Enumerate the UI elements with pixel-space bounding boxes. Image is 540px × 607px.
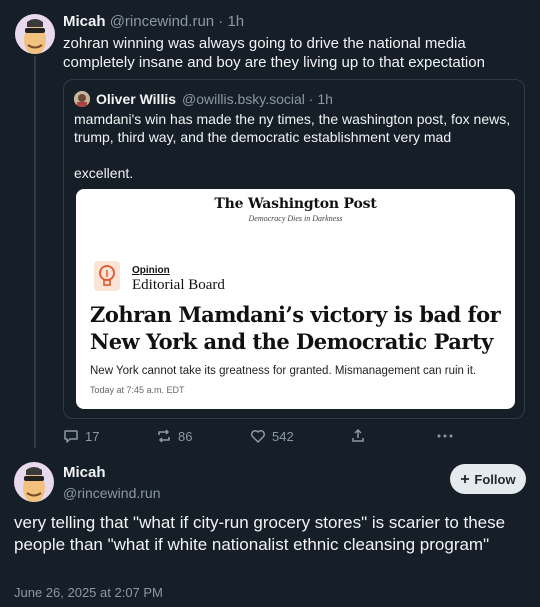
avatar[interactable] xyxy=(14,462,54,502)
plus-icon xyxy=(460,472,470,487)
share-icon xyxy=(350,428,366,444)
section-label[interactable]: Opinion xyxy=(132,265,170,276)
post-text: very telling that "what if city-run groc… xyxy=(14,513,506,554)
post-text: zohran winning was always going to drive… xyxy=(63,35,485,71)
repost-icon xyxy=(156,428,172,444)
like-count: 542 xyxy=(272,428,294,444)
follow-label: Follow xyxy=(474,471,516,487)
quote-avatar[interactable] xyxy=(74,91,90,107)
more-icon xyxy=(436,428,454,444)
quote-text-second: excellent. xyxy=(74,165,134,181)
article-card[interactable]: The Washington Post Democracy Dies in Da… xyxy=(76,189,515,409)
quote-text: mamdani's win has made the ny times, the… xyxy=(74,111,511,145)
reply-button[interactable]: 17 xyxy=(63,428,99,444)
quoted-post[interactable]: Oliver Willis @owillis.bsky.social · 1h … xyxy=(63,79,525,419)
repost-count: 86 xyxy=(178,428,193,444)
reply-count: 17 xyxy=(85,428,100,444)
lightbulb-icon xyxy=(94,261,120,291)
byline: Editorial Board xyxy=(132,277,225,293)
avatar[interactable] xyxy=(15,14,55,54)
follow-button[interactable]: Follow xyxy=(450,464,526,494)
like-icon xyxy=(250,428,266,444)
article-headline: Zohran Mamdani’s victory is bad for New … xyxy=(90,302,501,354)
share-button[interactable] xyxy=(350,428,366,444)
display-name[interactable]: Oliver Willis xyxy=(96,90,176,108)
post-timestamp[interactable]: June 26, 2025 at 2:07 PM xyxy=(14,585,163,600)
quote-header: Oliver Willis @owillis.bsky.social · 1h xyxy=(74,90,333,108)
post-header: Micah @rincewind.run · 1h xyxy=(63,13,244,31)
more-options-button[interactable] xyxy=(436,428,454,444)
handle-time[interactable]: @rincewind.run · 1h xyxy=(110,13,244,30)
like-button[interactable]: 542 xyxy=(250,428,294,444)
thread-line xyxy=(34,56,36,448)
article-date: Today at 7:45 a.m. EDT xyxy=(90,385,185,395)
display-name[interactable]: Micah xyxy=(63,464,106,481)
display-name[interactable]: Micah xyxy=(63,13,106,30)
handle[interactable]: @rincewind.run xyxy=(63,485,160,501)
handle-time[interactable]: @owillis.bsky.social · 1h xyxy=(182,90,333,108)
repost-button[interactable]: 86 xyxy=(156,428,192,444)
masthead-logo: The Washington Post xyxy=(214,196,377,212)
masthead-tagline: Democracy Dies in Darkness xyxy=(248,214,343,223)
thread-view: Micah @rincewind.run · 1h zohran winning… xyxy=(0,0,540,607)
reply-icon xyxy=(63,428,79,444)
article-dek: New York cannot take its greatness for g… xyxy=(90,365,477,377)
